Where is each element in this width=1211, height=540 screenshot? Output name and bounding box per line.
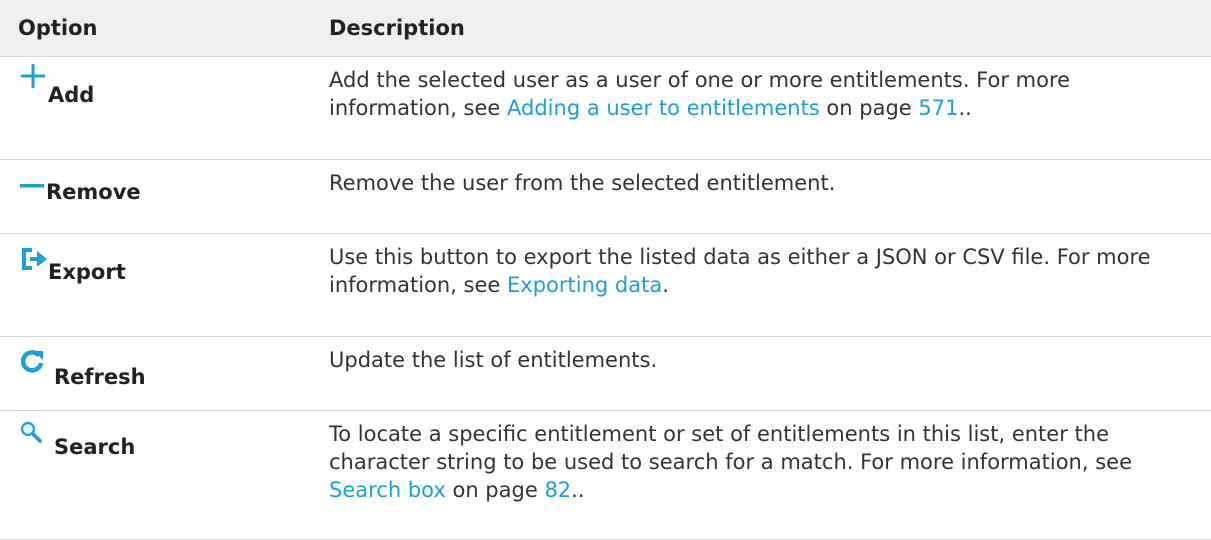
table-row-refresh: Refresh Update the list of entitlements. [0,336,1211,411]
table-row-remove: Remove Remove the user from the selected… [0,159,1211,234]
export-icon [20,246,48,276]
description-cell-export: Use this button to export the listed dat… [305,233,1211,337]
description-text: To locate a specific entitlement or set … [329,422,1132,474]
plus-icon [20,63,46,93]
minus-icon [20,174,44,193]
column-header-description: Description [305,0,1211,57]
table-row-export: Export Use this button to export the lis… [0,233,1211,337]
options-table: Option Description Add Add the selected … [0,0,1211,540]
adding-user-to-entitlements-link[interactable]: Adding a user to entitlements [507,96,820,120]
option-cell-search: Search [0,410,305,540]
option-label-add: Add [48,83,95,107]
page-82-link[interactable]: 82 [544,478,571,502]
description-text: on page [819,96,919,120]
option-label-search: Search [54,435,136,459]
description-cell-refresh: Update the list of entitlements. [305,336,1211,411]
search-icon [20,421,42,447]
table-row-add: Add Add the selected user as a user of o… [0,56,1211,160]
description-text: Use this button to export the listed dat… [329,245,1151,297]
option-label-export: Export [48,260,126,284]
search-box-link[interactable]: Search box [329,478,446,502]
table-row-search: Search To locate a specific entitlement … [0,410,1211,540]
column-header-option: Option [0,0,305,57]
option-cell-add: Add [0,56,305,160]
page-571-link[interactable]: 571 [918,96,958,120]
description-cell-remove: Remove the user from the selected entitl… [305,159,1211,234]
refresh-icon [20,349,44,377]
option-label-remove: Remove [46,180,141,204]
description-cell-search: To locate a specific entitlement or set … [305,410,1211,540]
option-label-refresh: Refresh [54,365,146,389]
exporting-data-link[interactable]: Exporting data [507,273,662,297]
description-text: .. [958,96,972,120]
table-header-row: Option Description [0,0,1211,57]
description-text: . [662,273,669,297]
option-cell-export: Export [0,233,305,337]
option-cell-remove: Remove [0,159,305,234]
description-text: on page [445,478,545,502]
description-text: .. [571,478,585,502]
description-cell-add: Add the selected user as a user of one o… [305,56,1211,160]
option-cell-refresh: Refresh [0,336,305,411]
